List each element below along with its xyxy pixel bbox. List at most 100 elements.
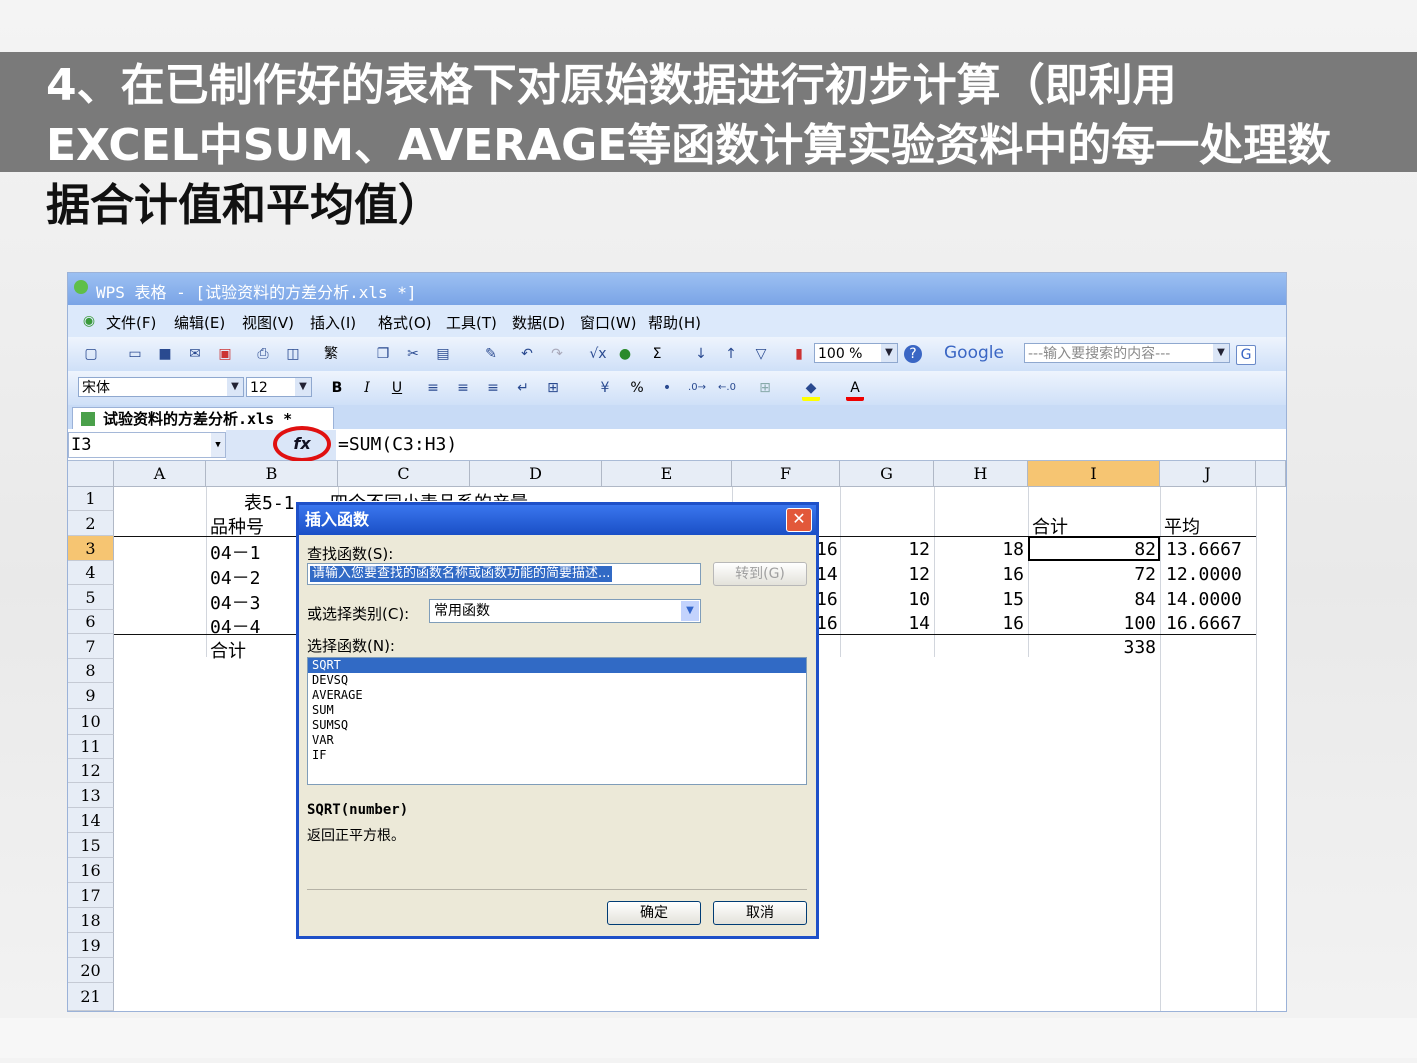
- row-header-1[interactable]: 1: [68, 487, 114, 511]
- cell-g5[interactable]: 10: [840, 589, 930, 610]
- menu-tools[interactable]: 工具(T): [446, 312, 497, 333]
- search-dropdown-icon[interactable]: ▼: [1213, 344, 1229, 362]
- pdf-icon[interactable]: ▣: [216, 345, 234, 363]
- column-header-next[interactable]: [1256, 461, 1286, 487]
- cell-i5[interactable]: 84: [1028, 589, 1156, 610]
- row-header-16[interactable]: 16: [68, 858, 114, 883]
- open-folder-icon[interactable]: ▭: [126, 345, 144, 363]
- column-header-i[interactable]: I: [1028, 461, 1160, 487]
- row-header-12[interactable]: 12: [68, 759, 114, 783]
- row-header-9[interactable]: 9: [68, 683, 114, 709]
- hyperlink-icon[interactable]: ●: [616, 345, 634, 363]
- chevron-down-icon[interactable]: ▼: [681, 601, 699, 621]
- menu-window[interactable]: 窗口(W): [580, 312, 637, 333]
- row-header-2[interactable]: 2: [68, 511, 114, 536]
- font-name-combo[interactable]: 宋体 ▼: [78, 377, 244, 397]
- cell-i3[interactable]: 82: [1028, 539, 1156, 560]
- help-icon[interactable]: ?: [904, 345, 922, 363]
- cell-f6[interactable]: 16: [816, 613, 838, 634]
- font-color-button[interactable]: A: [846, 379, 864, 401]
- menu-help[interactable]: 帮助(H): [648, 312, 701, 333]
- cell-h3[interactable]: 18: [934, 539, 1024, 560]
- cell-j2[interactable]: 平均: [1164, 513, 1200, 539]
- cell-b4[interactable]: 04－2: [210, 564, 261, 590]
- decrease-decimal-icon[interactable]: ←.0: [718, 379, 736, 397]
- row-header-20[interactable]: 20: [68, 958, 114, 983]
- app-menu-icon[interactable]: ◉: [80, 312, 98, 330]
- function-search-input[interactable]: 请输入您要查找的函数名称或函数功能的简要描述...: [307, 563, 701, 585]
- insert-function-fx-button[interactable]: fx: [273, 426, 331, 462]
- menu-format[interactable]: 格式(O): [378, 312, 432, 333]
- copy-icon[interactable]: ❐: [374, 345, 392, 363]
- italic-button[interactable]: I: [358, 379, 376, 397]
- font-size-dropdown-icon[interactable]: ▼: [295, 378, 311, 396]
- row-header-14[interactable]: 14: [68, 808, 114, 833]
- row-header-19[interactable]: 19: [68, 933, 114, 958]
- cell-i4[interactable]: 72: [1028, 564, 1156, 585]
- cell-g3[interactable]: 12: [840, 539, 930, 560]
- table-title-cell[interactable]: 表5-1: [244, 489, 295, 515]
- column-header-f[interactable]: F: [732, 461, 840, 487]
- column-header-h[interactable]: H: [934, 461, 1028, 487]
- cell-j5[interactable]: 14.0000: [1166, 589, 1242, 610]
- column-header-c[interactable]: C: [338, 461, 470, 487]
- row-header-10[interactable]: 10: [68, 709, 114, 735]
- cell-g4[interactable]: 12: [840, 564, 930, 585]
- cell-b2[interactable]: 品种号: [210, 513, 264, 539]
- borders-icon[interactable]: ⊞: [756, 379, 774, 397]
- cell-g6[interactable]: 14: [840, 613, 930, 634]
- fill-color-icon[interactable]: ◆: [802, 379, 820, 401]
- new-file-icon[interactable]: ▢: [82, 345, 100, 363]
- zoom-combo[interactable]: 100 % ▼: [814, 343, 898, 363]
- align-left-icon[interactable]: ≡: [424, 379, 442, 397]
- column-header-e[interactable]: E: [602, 461, 732, 487]
- cell-j4[interactable]: 12.0000: [1166, 564, 1242, 585]
- cell-h5[interactable]: 15: [934, 589, 1024, 610]
- sort-descending-icon[interactable]: ↑: [722, 345, 740, 363]
- cell-b6[interactable]: 04－4: [210, 613, 261, 639]
- function-item-var[interactable]: VAR: [308, 733, 806, 748]
- chart-icon[interactable]: ▮: [790, 345, 808, 363]
- ok-button[interactable]: 确定: [607, 901, 701, 925]
- print-icon[interactable]: ⎙: [254, 345, 272, 363]
- paste-icon[interactable]: ▤: [434, 345, 452, 363]
- function-item-sqrt[interactable]: SQRT: [308, 658, 806, 673]
- column-header-d[interactable]: D: [470, 461, 602, 487]
- function-item-devsq[interactable]: DEVSQ: [308, 673, 806, 688]
- cell-f5[interactable]: 16: [816, 589, 838, 610]
- align-right-icon[interactable]: ≡: [484, 379, 502, 397]
- traditional-chinese-button[interactable]: 繁: [322, 345, 340, 363]
- row-header-7[interactable]: 7: [68, 634, 114, 659]
- cell-b3[interactable]: 04－1: [210, 539, 261, 565]
- category-select[interactable]: 常用函数 ▼: [429, 599, 701, 623]
- filter-icon[interactable]: ▽: [752, 345, 770, 363]
- cell-j3[interactable]: 13.6667: [1166, 539, 1242, 560]
- row-header-15[interactable]: 15: [68, 833, 114, 858]
- row-header-3[interactable]: 3: [68, 536, 114, 561]
- increase-decimal-icon[interactable]: .0→: [688, 379, 706, 397]
- menu-data[interactable]: 数据(D): [512, 312, 565, 333]
- row-header-13[interactable]: 13: [68, 783, 114, 808]
- cell-h4[interactable]: 16: [934, 564, 1024, 585]
- column-header-a[interactable]: A: [114, 461, 206, 487]
- font-name-dropdown-icon[interactable]: ▼: [227, 378, 243, 396]
- name-box-dropdown-icon[interactable]: ▼: [211, 433, 225, 457]
- column-header-g[interactable]: G: [840, 461, 934, 487]
- row-header-18[interactable]: 18: [68, 908, 114, 933]
- select-all-corner[interactable]: [68, 461, 114, 487]
- cell-f3[interactable]: 16: [816, 539, 838, 560]
- row-header-6[interactable]: 6: [68, 610, 114, 634]
- sort-ascending-icon[interactable]: ↓: [692, 345, 710, 363]
- cell-f4[interactable]: 14: [816, 564, 838, 585]
- autosum-icon[interactable]: Σ: [648, 345, 666, 363]
- print-preview-icon[interactable]: ◫: [284, 345, 302, 363]
- cell-i6[interactable]: 100: [1028, 613, 1156, 634]
- row-header-17[interactable]: 17: [68, 883, 114, 908]
- cell-i7[interactable]: 338: [1028, 637, 1156, 658]
- cell-b7[interactable]: 合计: [210, 637, 246, 663]
- format-painter-icon[interactable]: ✎: [482, 345, 500, 363]
- function-item-if[interactable]: IF: [308, 748, 806, 763]
- column-header-b[interactable]: B: [206, 461, 338, 487]
- wrap-text-icon[interactable]: ↵: [514, 379, 532, 397]
- row-header-11[interactable]: 11: [68, 735, 114, 759]
